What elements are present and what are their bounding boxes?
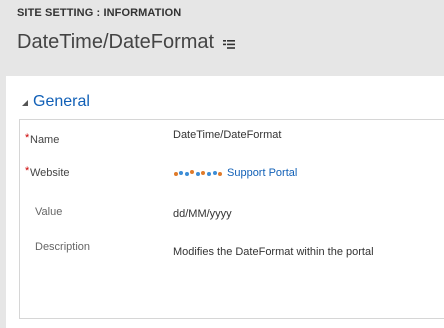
name-field[interactable]: DateTime/DateFormat xyxy=(173,129,281,141)
value-label: Value xyxy=(35,206,63,218)
name-label-wrap: * Name xyxy=(25,132,60,146)
breadcrumb: SITE SETTING : INFORMATION xyxy=(17,7,182,19)
website-value[interactable]: Support Portal xyxy=(227,167,297,179)
required-marker: * xyxy=(25,165,30,177)
required-marker: * xyxy=(25,132,30,144)
website-label-wrap: * Website xyxy=(25,165,70,179)
section-general-toggle[interactable]: General xyxy=(22,93,90,111)
description-label: Description xyxy=(35,241,91,253)
name-label: Name xyxy=(30,134,60,146)
website-label: Website xyxy=(30,167,70,179)
field-row-description: Description Modifies the DateFormat with… xyxy=(20,239,444,269)
description-field[interactable]: Modifies the DateFormat within the porta… xyxy=(173,246,374,258)
website-lookup-link[interactable]: Support Portal xyxy=(173,167,297,179)
field-row-name: * Name DateTime/DateFormat xyxy=(20,129,444,159)
form-card: General * Name DateTime/DateFormat * Web… xyxy=(6,76,444,328)
page-title: DateTime/DateFormat xyxy=(17,31,215,53)
page-header: SITE SETTING : INFORMATION DateTime/Date… xyxy=(0,0,444,70)
field-row-website: * Website Support Portal xyxy=(20,165,444,195)
collapse-triangle-icon[interactable] xyxy=(22,99,29,107)
list-menu-icon[interactable] xyxy=(223,39,236,49)
value-field[interactable]: dd/MM/yyyy xyxy=(173,208,232,220)
page-title-wrap: DateTime/DateFormat xyxy=(17,31,236,54)
general-form: * Name DateTime/DateFormat * Website Sup… xyxy=(19,119,444,319)
company-logo-icon xyxy=(174,170,222,176)
field-row-value: Value dd/MM/yyyy xyxy=(20,204,444,234)
section-title: General xyxy=(33,93,90,110)
